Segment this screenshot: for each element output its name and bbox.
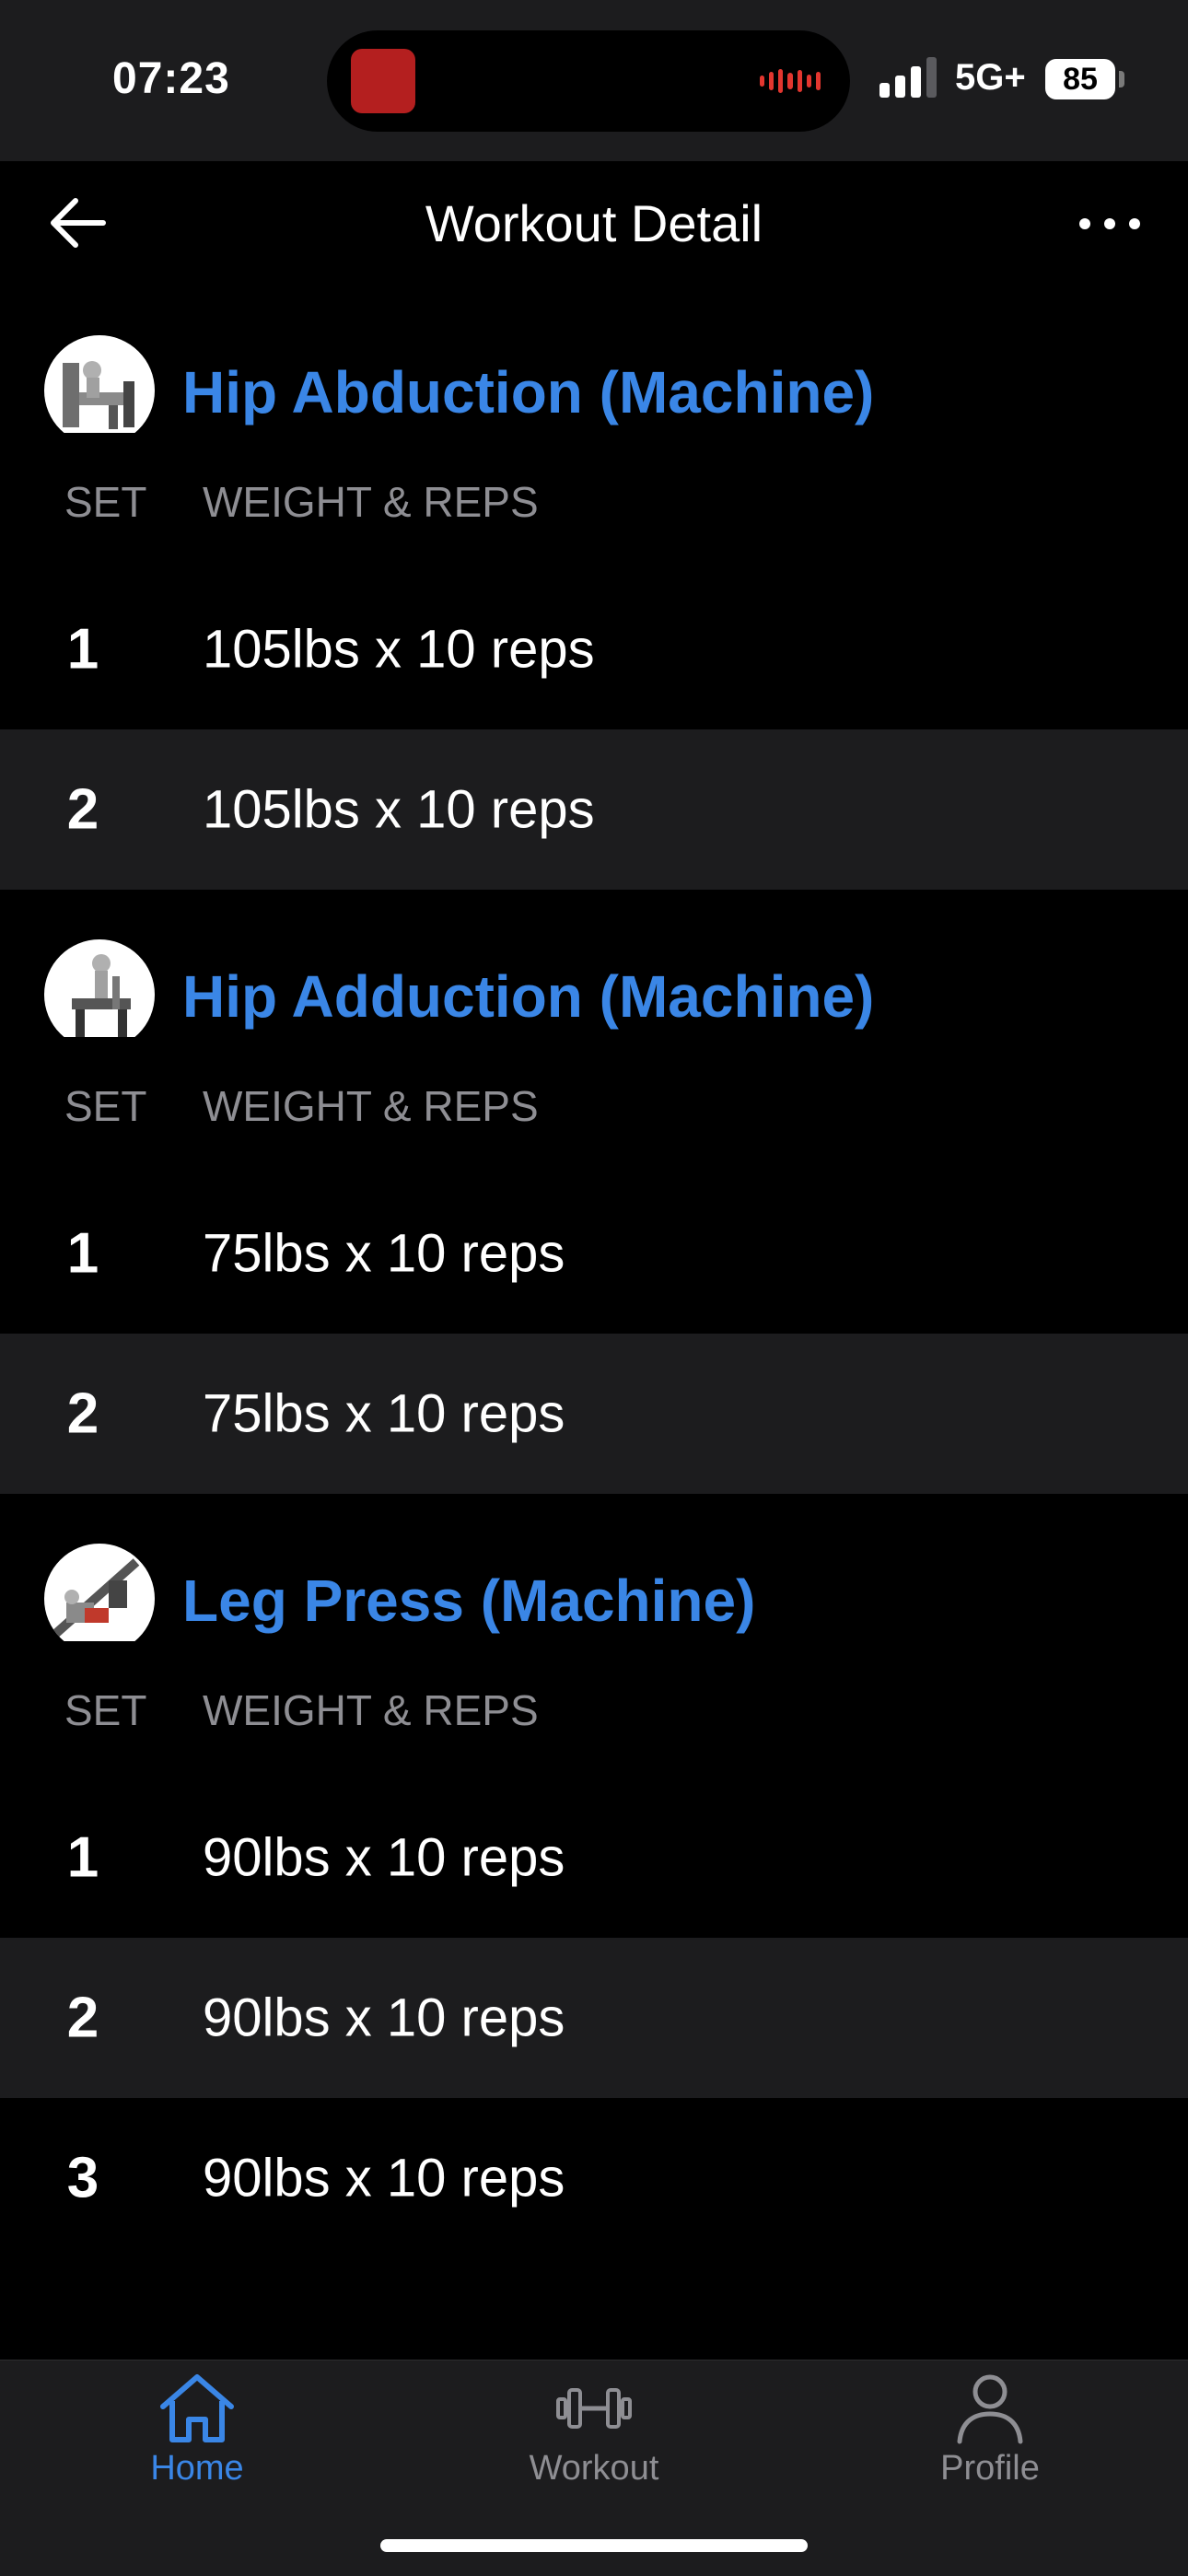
set-number: 3 xyxy=(66,2146,99,2210)
set-number: 1 xyxy=(66,1825,99,1890)
set-weight-reps: 75lbs x 10 reps xyxy=(203,1223,565,1284)
exercise-header[interactable]: Hip Abduction (Machine) xyxy=(0,286,1188,446)
exercise-block: Hip Abduction (Machine) SET WEIGHT & REP… xyxy=(0,286,1188,890)
set-weight-reps: 90lbs x 10 reps xyxy=(203,1987,565,2048)
exercise-block: Hip Adduction (Machine) SET WEIGHT & REP… xyxy=(0,890,1188,1494)
exercise-header[interactable]: Leg Press (Machine) xyxy=(0,1494,1188,1654)
set-number: 2 xyxy=(66,1381,99,1446)
column-header-weight-reps: WEIGHT & REPS xyxy=(203,1686,539,1734)
set-row: 1 105lbs x 10 reps xyxy=(0,569,1188,729)
column-header-weight-reps: WEIGHT & REPS xyxy=(203,1082,539,1130)
exercise-thumbnail xyxy=(44,939,155,1050)
set-weight-reps: 75lbs x 10 reps xyxy=(203,1383,565,1444)
status-bar: 07:23 5G+ 85 Workout Detail xyxy=(0,0,1188,252)
set-row: 2 75lbs x 10 reps xyxy=(0,1334,1188,1494)
tab-workout[interactable]: Workout xyxy=(493,2372,695,2500)
set-weight-reps: 105lbs x 10 reps xyxy=(203,619,595,680)
home-icon xyxy=(160,2374,234,2442)
workout-detail-list: Hip Abduction (Machine) SET WEIGHT & REP… xyxy=(0,286,1188,2258)
status-time: 07:23 xyxy=(112,54,230,103)
set-number: 2 xyxy=(66,1986,99,2050)
now-playing-artwork-icon xyxy=(351,49,415,113)
set-column-headers: SET WEIGHT & REPS xyxy=(0,1641,1188,1778)
machine-illustration-icon xyxy=(63,361,134,429)
machine-illustration-icon xyxy=(50,1558,140,1639)
cellular-signal-icon xyxy=(879,57,937,98)
set-number: 1 xyxy=(66,617,99,682)
exercise-block: Leg Press (Machine) SET WEIGHT & REPS 1 … xyxy=(0,1494,1188,2258)
person-icon xyxy=(957,2374,1023,2444)
set-column-headers: SET WEIGHT & REPS xyxy=(0,1037,1188,1173)
battery-icon: 85 xyxy=(1045,59,1115,99)
dynamic-island[interactable] xyxy=(327,30,850,132)
exercise-thumbnail xyxy=(44,1544,155,1654)
exercise-title[interactable]: Hip Adduction (Machine) xyxy=(182,963,874,1030)
tab-label: Profile xyxy=(940,2449,1040,2488)
set-weight-reps: 90lbs x 10 reps xyxy=(203,1827,565,1888)
audio-waveform-icon xyxy=(760,67,821,95)
machine-illustration-icon xyxy=(72,954,131,1037)
set-row: 1 90lbs x 10 reps xyxy=(0,1778,1188,1938)
battery-cap xyxy=(1119,71,1124,87)
set-row: 2 90lbs x 10 reps xyxy=(0,1938,1188,2098)
tab-profile[interactable]: Profile xyxy=(889,2372,1091,2500)
set-weight-reps: 90lbs x 10 reps xyxy=(203,2148,565,2209)
home-indicator[interactable] xyxy=(380,2539,808,2552)
column-header-weight-reps: WEIGHT & REPS xyxy=(203,478,539,526)
tab-label: Workout xyxy=(529,2449,659,2488)
tab-home[interactable]: Home xyxy=(96,2372,298,2500)
exercise-title[interactable]: Leg Press (Machine) xyxy=(182,1568,755,1634)
column-header-set: SET xyxy=(64,1686,147,1734)
set-row: 1 75lbs x 10 reps xyxy=(0,1173,1188,1334)
set-row: 3 90lbs x 10 reps xyxy=(0,2098,1188,2258)
page-title: Workout Detail xyxy=(425,194,763,252)
dumbbell-icon xyxy=(556,2388,632,2429)
more-options-icon[interactable] xyxy=(1077,207,1142,240)
exercise-thumbnail xyxy=(44,335,155,446)
exercise-title[interactable]: Hip Abduction (Machine) xyxy=(182,359,874,425)
battery-level: 85 xyxy=(1063,61,1098,97)
column-header-set: SET xyxy=(64,1082,147,1130)
set-row: 2 105lbs x 10 reps xyxy=(0,729,1188,890)
set-column-headers: SET WEIGHT & REPS xyxy=(0,433,1188,569)
exercise-header[interactable]: Hip Adduction (Machine) xyxy=(0,890,1188,1050)
set-number: 1 xyxy=(66,1221,99,1286)
column-header-set: SET xyxy=(64,478,147,526)
set-weight-reps: 105lbs x 10 reps xyxy=(203,779,595,840)
network-type: 5G+ xyxy=(955,57,1026,98)
tab-label: Home xyxy=(150,2449,244,2488)
set-number: 2 xyxy=(66,777,99,842)
